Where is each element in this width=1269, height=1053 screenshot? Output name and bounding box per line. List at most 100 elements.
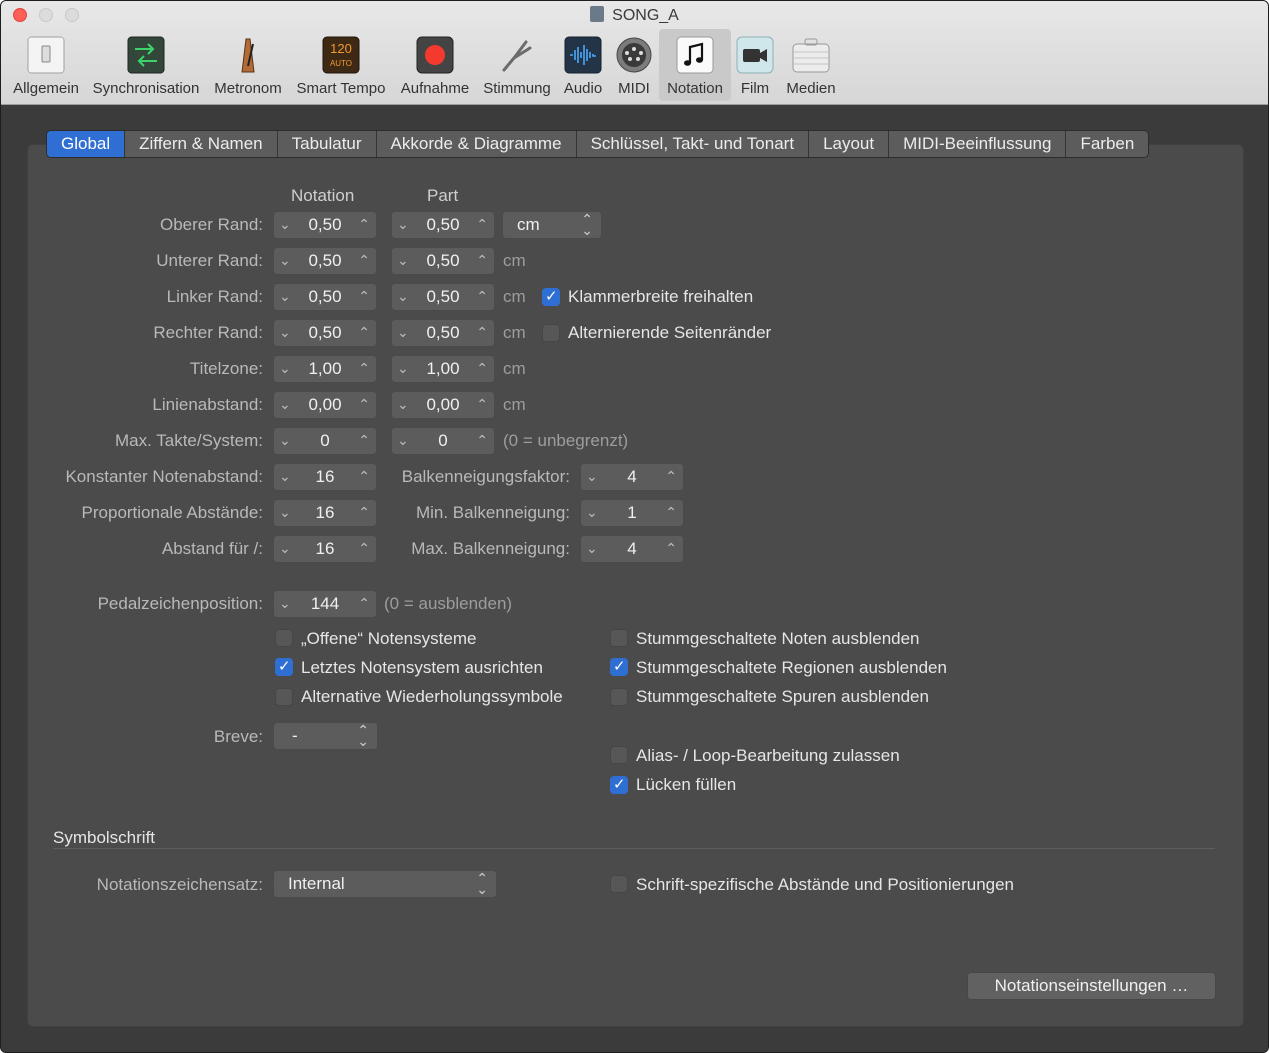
chevron-down-icon[interactable]: ⌄ bbox=[279, 540, 291, 557]
line-spacing-notation-stepper[interactable]: ⌄ 0,00 ⌃ bbox=[273, 391, 377, 419]
constant-spacing-stepper[interactable]: ⌄ 16 ⌃ bbox=[273, 463, 377, 491]
chevron-down-icon[interactable]: ⌄ bbox=[279, 595, 291, 612]
justify-last-staff-checkbox[interactable] bbox=[275, 657, 293, 676]
chevron-up-icon[interactable]: ⌃ bbox=[358, 468, 370, 485]
toolbar-item-midi[interactable]: MIDI bbox=[611, 29, 657, 101]
chevron-up-icon[interactable]: ⌃ bbox=[665, 540, 677, 557]
tab-akkorde-diagramme[interactable]: Akkorde & Diagramme bbox=[377, 131, 577, 157]
left-margin-notation-stepper[interactable]: ⌄ 0,50 ⌃ bbox=[273, 283, 377, 311]
chevron-up-icon[interactable]: ⌃ bbox=[476, 396, 488, 413]
slash-spacing-stepper[interactable]: ⌄ 16 ⌃ bbox=[273, 535, 377, 563]
proportional-spacing-stepper[interactable]: ⌄ 16 ⌃ bbox=[273, 499, 377, 527]
chevron-up-icon[interactable]: ⌃ bbox=[358, 324, 370, 341]
notation-settings-button[interactable]: Notationseinstellungen … bbox=[967, 972, 1216, 1000]
open-staves-checkbox[interactable] bbox=[275, 629, 293, 647]
title-zone-part-stepper[interactable]: ⌄ 1,00 ⌃ bbox=[391, 355, 495, 383]
chevron-down-icon[interactable]: ⌄ bbox=[279, 432, 291, 449]
chevron-up-icon[interactable]: ⌃ bbox=[358, 288, 370, 305]
bottom-margin-notation-stepper[interactable]: ⌄ 0,50 ⌃ bbox=[273, 247, 377, 275]
chevron-down-icon[interactable]: ⌄ bbox=[397, 216, 409, 233]
tab-tabulatur[interactable]: Tabulatur bbox=[278, 131, 377, 157]
chevron-up-icon[interactable]: ⌃ bbox=[476, 216, 488, 233]
max-beam-slope-stepper[interactable]: ⌄ 4 ⌃ bbox=[580, 535, 684, 563]
top-margin-notation-stepper[interactable]: ⌄ 0,50 ⌃ bbox=[273, 211, 377, 239]
chevron-down-icon[interactable]: ⌄ bbox=[586, 504, 598, 521]
chevron-down-icon[interactable]: ⌄ bbox=[397, 360, 409, 377]
breve-popup[interactable]: - ⌃ ⌄ bbox=[273, 722, 378, 750]
alias-loop-editing-checkbox[interactable] bbox=[610, 746, 628, 764]
chevron-up-icon[interactable]: ⌃ bbox=[358, 252, 370, 269]
chevron-up-icon[interactable]: ⌃ bbox=[665, 468, 677, 485]
chevron-up-icon[interactable]: ⌃ bbox=[476, 432, 488, 449]
toolbar-item-smart-tempo[interactable]: 120 AUTO Smart Tempo bbox=[291, 29, 391, 101]
top-margin-part-stepper[interactable]: ⌄ 0,50 ⌃ bbox=[391, 211, 495, 239]
chevron-up-icon[interactable]: ⌃ bbox=[476, 252, 488, 269]
toolbar-item-metronom[interactable]: Metronom bbox=[209, 29, 287, 101]
chevron-up-icon[interactable]: ⌃ bbox=[358, 216, 370, 233]
chevron-down-icon[interactable]: ⌄ bbox=[279, 396, 291, 413]
chevron-up-icon[interactable]: ⌃ bbox=[358, 540, 370, 557]
fill-gaps-checkbox[interactable] bbox=[610, 775, 628, 794]
toolbar-item-synchronisation[interactable]: Synchronisation bbox=[87, 29, 205, 101]
chevron-down-icon[interactable]: ⌄ bbox=[397, 432, 409, 449]
alt-repeat-symbols-checkbox[interactable] bbox=[275, 688, 293, 706]
chevron-up-icon[interactable]: ⌃ bbox=[476, 360, 488, 377]
tab-schluessel-takt-tonart[interactable]: Schlüssel, Takt- und Tonart bbox=[577, 131, 810, 157]
chevron-down-icon[interactable]: ⌄ bbox=[279, 216, 291, 233]
chevron-down-icon[interactable]: ⌄ bbox=[397, 252, 409, 269]
chevron-down-icon[interactable]: ⌄ bbox=[397, 288, 409, 305]
tab-ziffern-namen[interactable]: Ziffern & Namen bbox=[125, 131, 278, 157]
left-margin-part-stepper[interactable]: ⌄ 0,50 ⌃ bbox=[391, 283, 495, 311]
chevron-down-icon[interactable]: ⌄ bbox=[279, 504, 291, 521]
chevron-down-icon[interactable]: ⌄ bbox=[279, 324, 291, 341]
chevron-up-icon[interactable]: ⌃ bbox=[665, 504, 677, 521]
beam-slope-factor-stepper[interactable]: ⌄ 4 ⌃ bbox=[580, 463, 684, 491]
right-margin-part-stepper[interactable]: ⌄ 0,50 ⌃ bbox=[391, 319, 495, 347]
hide-muted-regions-checkbox[interactable] bbox=[610, 657, 628, 676]
chevron-up-icon[interactable]: ⌃ bbox=[476, 288, 488, 305]
chevron-down-icon[interactable]: ⌄ bbox=[279, 468, 291, 485]
toolbar-item-audio[interactable]: Audio bbox=[557, 29, 609, 101]
hide-muted-tracks-checkbox[interactable] bbox=[610, 688, 628, 706]
notation-font-popup[interactable]: Internal ⌃ ⌄ bbox=[273, 870, 497, 898]
toolbar-item-medien[interactable]: Medien bbox=[781, 29, 841, 101]
tab-midi-beeinflussung[interactable]: MIDI-Beeinflussung bbox=[889, 131, 1067, 157]
chevron-up-icon[interactable]: ⌃ bbox=[358, 432, 370, 449]
chevron-down-icon[interactable]: ⌄ bbox=[586, 468, 598, 485]
toolbar-item-notation[interactable]: Notation bbox=[659, 29, 731, 101]
unit-popup[interactable]: cm ⌃ ⌄ bbox=[502, 211, 602, 239]
chevron-up-icon[interactable]: ⌃ bbox=[358, 396, 370, 413]
max-bars-notation-stepper[interactable]: ⌄ 0 ⌃ bbox=[273, 427, 377, 455]
tab-layout[interactable]: Layout bbox=[809, 131, 890, 157]
chevron-down-icon[interactable]: ⌄ bbox=[397, 324, 409, 341]
line-spacing-part-stepper[interactable]: ⌄ 0,00 ⌃ bbox=[391, 391, 495, 419]
title-zone-notation-stepper[interactable]: ⌄ 1,00 ⌃ bbox=[273, 355, 377, 383]
font-specific-spacing-checkbox[interactable] bbox=[610, 875, 628, 893]
toolbar-item-stimmung[interactable]: Stimmung bbox=[479, 29, 555, 101]
tab-global[interactable]: Global bbox=[47, 131, 126, 157]
bracket-space-checkbox[interactable] bbox=[542, 287, 560, 306]
chevron-down-icon[interactable]: ⌄ bbox=[279, 252, 291, 269]
min-beam-slope-stepper[interactable]: ⌄ 1 ⌃ bbox=[580, 499, 684, 527]
toolbar-item-aufnahme[interactable]: Aufnahme bbox=[395, 29, 475, 101]
chevron-up-icon[interactable]: ⌃ bbox=[358, 360, 370, 377]
chevron-down-icon[interactable]: ⌄ bbox=[279, 288, 291, 305]
chevron-down-icon[interactable]: ⌄ bbox=[397, 396, 409, 413]
alternating-margins-checkbox[interactable] bbox=[542, 324, 560, 342]
toolbar-item-allgemein[interactable]: Allgemein bbox=[7, 29, 85, 101]
chevron-down-icon[interactable]: ⌄ bbox=[279, 360, 291, 377]
toolbar-item-film[interactable]: Film bbox=[733, 29, 777, 101]
max-bars-part-stepper[interactable]: ⌄ 0 ⌃ bbox=[391, 427, 495, 455]
hide-muted-notes-checkbox[interactable] bbox=[610, 629, 628, 647]
unit-label: cm bbox=[503, 287, 526, 306]
pedal-position-stepper[interactable]: ⌄ 144 ⌃ bbox=[273, 590, 377, 618]
chevron-up-icon[interactable]: ⌃ bbox=[358, 504, 370, 521]
chevron-down-icon[interactable]: ⌄ bbox=[586, 540, 598, 557]
alias-loop-editing-label: Alias- / Loop-Bearbeitung zulassen bbox=[636, 746, 900, 765]
right-margin-notation-stepper[interactable]: ⌄ 0,50 ⌃ bbox=[273, 319, 377, 347]
chevron-up-icon[interactable]: ⌃ bbox=[476, 324, 488, 341]
tab-farben[interactable]: Farben bbox=[1066, 131, 1148, 157]
tab-bar: Global Ziffern & Namen Tabulatur Akkorde… bbox=[46, 130, 1150, 158]
chevron-up-icon[interactable]: ⌃ bbox=[358, 595, 370, 612]
bottom-margin-part-stepper[interactable]: ⌄ 0,50 ⌃ bbox=[391, 247, 495, 275]
